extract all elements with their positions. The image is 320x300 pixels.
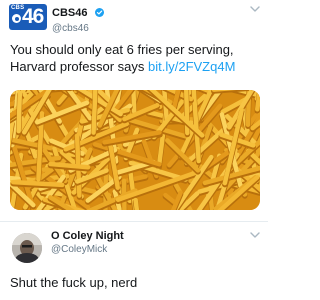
tweet-author-block: CBS46 @cbs46 [52,3,104,34]
avatar-number-text: 46 [22,5,44,28]
reply-text: Shut the fuck up, nerd [10,275,138,290]
cbs46-avatar[interactable]: CBS 46 [9,4,47,30]
tweet-author-handle[interactable]: @cbs46 [52,23,104,34]
french-fries-photo [10,90,260,210]
reply-avatar-photo [12,233,42,263]
original-tweet: CBS 46 CBS46 @cbs46 You should only eat … [0,0,268,212]
tweet-author-name[interactable]: CBS46 [52,7,87,19]
chevron-down-icon[interactable] [250,5,260,13]
reply-author-handle[interactable]: @ColeyMick [51,244,124,255]
tweet-link[interactable]: bit.ly/2FVZq4M [148,59,235,74]
verified-badge-icon [94,8,104,17]
tweet-text: You should only eat 6 fries per serving,… [10,41,262,75]
reply-author-name[interactable]: O Coley Night [51,230,124,242]
chevron-down-icon[interactable] [250,231,260,239]
reply-tweet: O Coley Night @ColeyMick Shut the fuck u… [0,221,268,300]
tweet-media-photo[interactable] [10,90,260,210]
cbs-eye-logo [12,14,21,23]
reply-author-block: O Coley Night @ColeyMick [51,230,124,255]
reply-avatar[interactable] [12,233,42,263]
